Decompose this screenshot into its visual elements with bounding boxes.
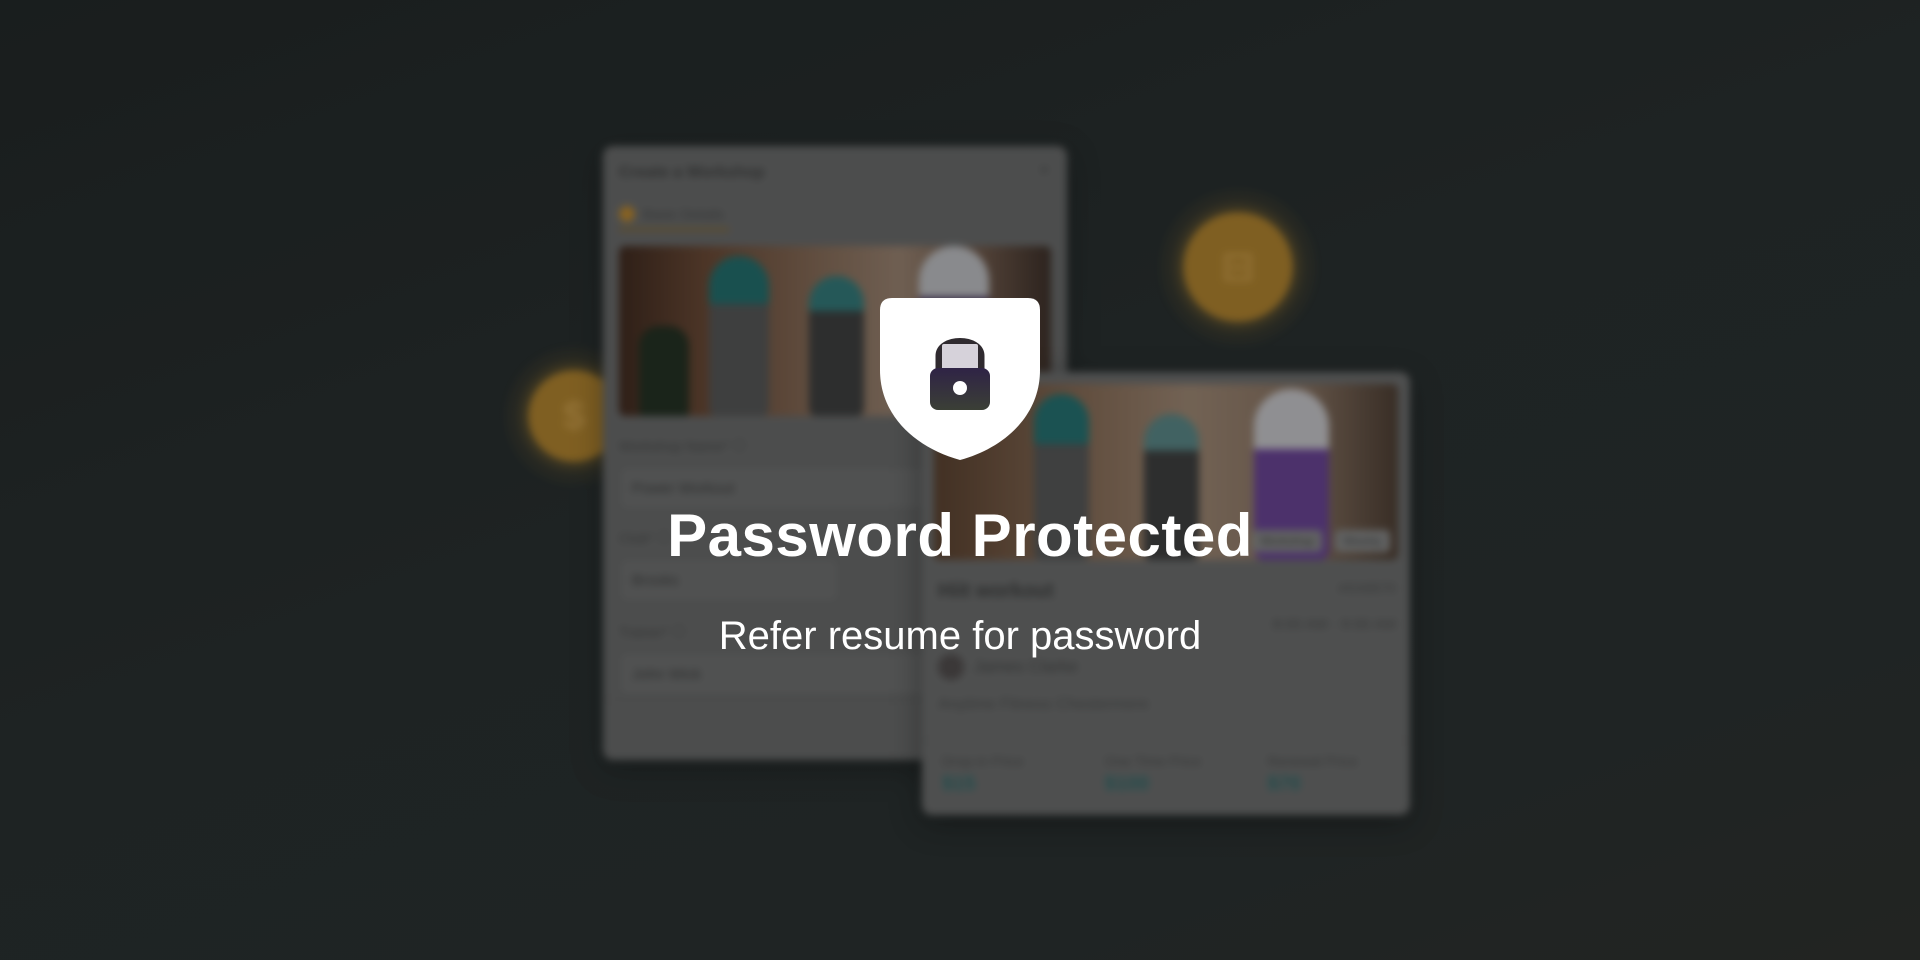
password-overlay: Password Protected Refer resume for pass… <box>0 0 1920 960</box>
overlay-title: Password Protected <box>667 502 1253 569</box>
overlay-subtitle: Refer resume for password <box>718 614 1202 658</box>
shield-lock-icon <box>880 298 1040 460</box>
